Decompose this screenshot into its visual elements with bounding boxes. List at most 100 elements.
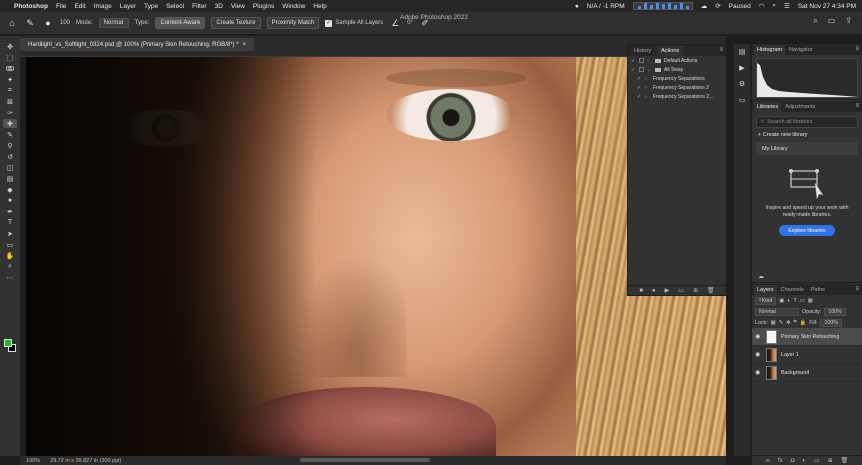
menu-layer[interactable]: Layer xyxy=(120,3,136,10)
dialog-toggle[interactable] xyxy=(639,58,644,63)
history-brush-icon[interactable]: ↺ xyxy=(3,152,17,161)
layer-primary-skin-retouching[interactable]: ◉ Primary Skin Retouching xyxy=(752,328,862,346)
create-texture-button[interactable]: Create Texture xyxy=(211,17,261,29)
panel-menu-icon[interactable]: ≡ xyxy=(719,47,723,53)
control-center-icon[interactable]: ☰ xyxy=(784,2,790,10)
workspace-icon[interactable]: ▭ xyxy=(828,16,836,26)
stop-icon[interactable]: ■ xyxy=(639,288,643,294)
layer-layer-1[interactable]: ◉ Layer 1 xyxy=(752,346,862,364)
panel-menu-icon[interactable]: ≡ xyxy=(855,46,859,52)
cloud-icon[interactable]: ☁ xyxy=(701,2,708,10)
path-selection-icon[interactable]: ➤ xyxy=(3,229,17,238)
brush-preset-icon[interactable]: ● xyxy=(42,17,54,29)
crop-tool-icon[interactable]: ⌗ xyxy=(3,86,17,95)
lock-all-icon[interactable]: 🔒 xyxy=(800,320,807,326)
chevron-right-icon[interactable]: › xyxy=(647,58,652,64)
eye-icon[interactable]: ◉ xyxy=(755,333,762,340)
action-frequency-separations[interactable]: ✓ › Frequency Separations xyxy=(628,74,726,83)
new-set-icon[interactable]: ▭ xyxy=(678,287,684,294)
tab-actions[interactable]: Actions xyxy=(657,45,684,56)
link-layers-icon[interactable]: ∞ xyxy=(766,458,770,464)
action-frequency-separations-2[interactable]: ✓ › Frequency Separations 2 xyxy=(628,83,726,92)
vpn-status[interactable]: N/A / -1 RPM xyxy=(587,3,625,10)
menu-image[interactable]: Image xyxy=(94,3,112,10)
document-size[interactable]: 29.72 in x 39.827 in (300 ppi) xyxy=(50,458,121,464)
more-tools-icon[interactable]: ⋯ xyxy=(3,273,17,282)
lock-artboard-icon[interactable]: ⌗ xyxy=(794,319,797,326)
trash-icon[interactable]: 🗑 xyxy=(707,287,715,294)
new-action-icon[interactable]: ⊕ xyxy=(693,287,698,294)
layer-filter-select[interactable]: ⌕ Kind xyxy=(755,296,777,305)
new-layer-icon[interactable]: ⊕ xyxy=(828,457,833,464)
action-set-ali-sway[interactable]: ✓ ⌄ Ali Sway xyxy=(628,65,726,74)
magic-wand-icon[interactable]: ✦ xyxy=(3,75,17,84)
actions-play-icon[interactable]: ▶ xyxy=(739,64,744,72)
create-library-button[interactable]: + Create new library xyxy=(758,132,856,138)
fx-icon[interactable]: fx xyxy=(778,458,783,464)
eye-icon[interactable]: ◉ xyxy=(755,369,762,376)
menu-edit[interactable]: Edit xyxy=(74,3,85,10)
network-graph[interactable] xyxy=(632,2,693,10)
proximity-match-button[interactable]: Proximity Match xyxy=(266,17,320,29)
library-item-my-library[interactable]: My Library xyxy=(756,142,858,155)
healing-brush-icon[interactable]: ✚ xyxy=(3,119,17,128)
zoom-tool-icon[interactable]: ⌕ xyxy=(3,262,17,271)
action-set-default[interactable]: ✓ › Default Actions xyxy=(628,56,726,65)
zoom-level[interactable]: 100% xyxy=(26,458,40,464)
tab-layers[interactable]: Layers xyxy=(754,284,777,295)
mode-select[interactable]: Normal xyxy=(98,18,129,28)
tab-navigator[interactable]: Navigator xyxy=(786,45,816,55)
type-tool-icon[interactable]: T xyxy=(3,218,17,227)
checkmark-icon[interactable]: ✓ xyxy=(631,58,636,64)
tab-libraries[interactable]: Libraries xyxy=(754,101,782,112)
chevron-down-icon[interactable]: ⌄ xyxy=(647,67,652,73)
document-tab[interactable]: Hardlight_vs_Softlight_0324.psd @ 100% (… xyxy=(20,38,255,51)
tab-channels[interactable]: Channels xyxy=(778,285,807,295)
filter-smart-icon[interactable]: ▦ xyxy=(808,298,813,304)
dialog-toggle[interactable] xyxy=(639,67,644,72)
play-icon[interactable]: ▶ xyxy=(665,287,670,294)
home-icon[interactable]: ⌂ xyxy=(6,17,18,29)
horizontal-scrollbar[interactable] xyxy=(300,458,430,462)
panel-menu-icon[interactable]: ≡ xyxy=(855,103,859,109)
checkmark-icon[interactable]: ✓ xyxy=(637,94,642,100)
properties-icon[interactable]: ⚙ xyxy=(739,80,745,88)
chevron-right-icon[interactable]: › xyxy=(645,76,650,82)
fill-input[interactable]: 100% xyxy=(820,318,842,327)
patch-tool-icon[interactable]: ✎ xyxy=(24,17,36,29)
gradient-tool-icon[interactable]: ▤ xyxy=(3,174,17,183)
checkmark-icon[interactable]: ✓ xyxy=(631,67,636,73)
mask-icon[interactable]: ◘ xyxy=(791,458,795,464)
tab-history[interactable]: History xyxy=(630,46,655,56)
close-icon[interactable]: × xyxy=(243,42,247,48)
blur-tool-icon[interactable]: ◆ xyxy=(3,185,17,194)
action-frequency-separations-2b[interactable]: ✓ › Frequency Separations 2... xyxy=(628,92,726,101)
dodge-tool-icon[interactable]: ● xyxy=(3,196,17,205)
filter-type-icon[interactable]: T xyxy=(794,298,797,304)
app-menu[interactable]: Photoshop xyxy=(14,3,48,10)
sample-all-layers-checkbox[interactable]: ✓ Sample All Layers xyxy=(325,19,383,27)
checkmark-icon[interactable]: ✓ xyxy=(637,85,642,91)
library-search-input[interactable]: ⌕ Search all libraries xyxy=(756,116,858,128)
wifi-icon[interactable]: ◠ xyxy=(759,2,765,10)
layer-background[interactable]: ◉ Background xyxy=(752,364,862,382)
brush-tool-icon[interactable]: ✎ xyxy=(3,130,17,139)
filter-pixel-icon[interactable]: ▣ xyxy=(779,298,784,304)
paused-status[interactable]: Paused xyxy=(729,3,751,10)
layer-name[interactable]: Primary Skin Retouching xyxy=(781,334,839,340)
shape-tool-icon[interactable]: ▭ xyxy=(3,240,17,249)
cloud-icon[interactable]: ☁ xyxy=(758,273,764,280)
record-icon[interactable]: ● xyxy=(652,288,656,294)
menu-type[interactable]: Type xyxy=(144,3,158,10)
lock-move-icon[interactable]: ✥ xyxy=(786,320,790,326)
eyedropper-icon[interactable]: ✑ xyxy=(3,108,17,117)
group-icon[interactable]: ▭ xyxy=(814,457,820,464)
menu-window[interactable]: Window xyxy=(282,3,305,10)
share-icon[interactable]: ⇪ xyxy=(845,16,852,26)
clone-stamp-icon[interactable]: ⚲ xyxy=(3,141,17,150)
explore-libraries-button[interactable]: Explore libraries xyxy=(779,225,835,236)
foreground-color-swatch[interactable] xyxy=(4,339,12,347)
comments-icon[interactable]: ▭ xyxy=(739,96,746,104)
tab-histogram[interactable]: Histogram xyxy=(754,44,786,55)
frame-tool-icon[interactable]: ⊠ xyxy=(3,97,17,106)
